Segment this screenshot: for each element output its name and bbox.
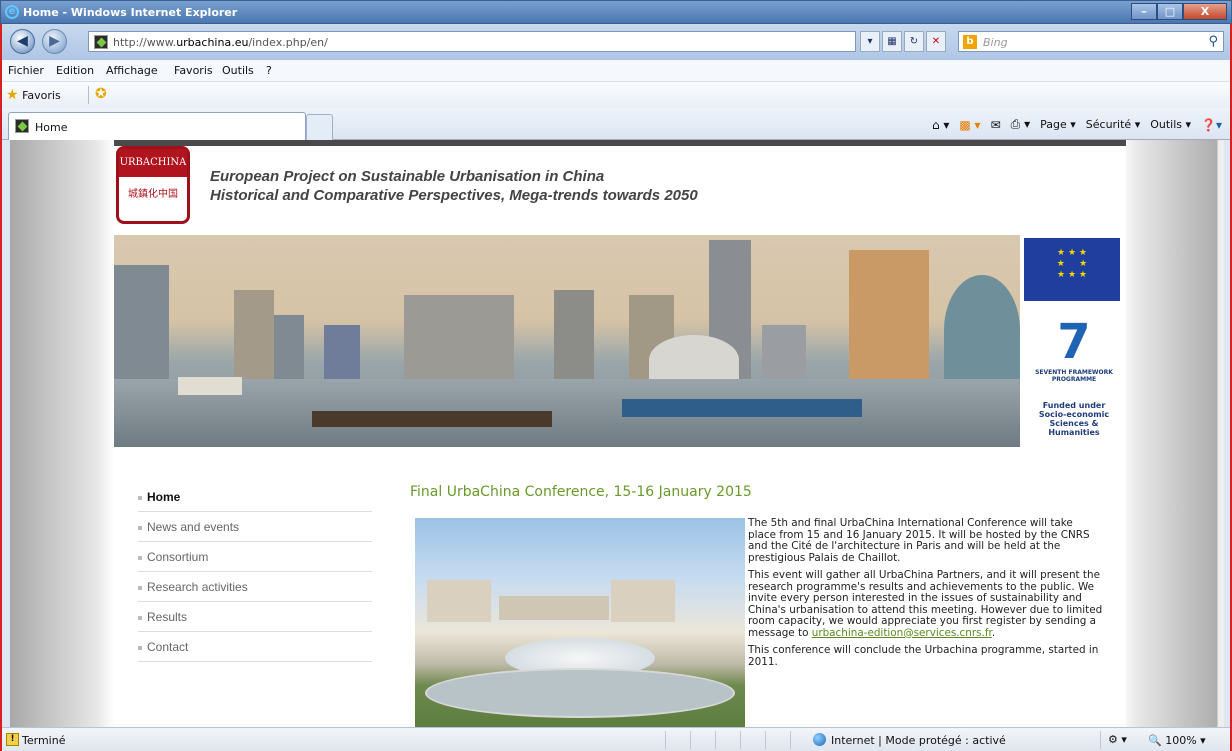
ie-logo-icon: e (5, 5, 19, 19)
home-icon[interactable]: ⌂ ▾ (932, 118, 949, 132)
minimize-button[interactable]: – (1131, 3, 1157, 20)
warning-icon[interactable]: ! (6, 733, 19, 746)
favorites-bar: ★ Favoris ✪ (0, 82, 1232, 108)
window-controls: – □ X (1131, 3, 1227, 20)
window-title: Home - Windows Internet Explorer (23, 6, 238, 19)
eu-stars-icon: ★ ★ ★ ★ ★ ★ ★ ★ (1056, 248, 1088, 280)
page-menu[interactable]: Page ▾ (1040, 118, 1076, 131)
search-placeholder: Bing (983, 36, 1008, 49)
print-icon[interactable]: ⎙ ▾ (1011, 117, 1030, 132)
address-row: ◀ ▶ http://www.urbachina.eu/index.php/en… (0, 24, 1232, 60)
address-tools: ▾ ▦ ↻ ✕ (860, 31, 946, 52)
status-bar: ! Terminé Internet | Mode protégé : acti… (0, 727, 1232, 751)
page-viewport: URBACHINA 城鎮化中国 European Project on Sust… (10, 140, 1224, 727)
site-tagline-1: European Project on Sustainable Urbanisa… (210, 168, 605, 185)
fp7-label-1: SEVENTH FRAMEWORK (1035, 369, 1113, 376)
article-body: The 5th and final UrbaChina Internationa… (748, 517, 1104, 674)
menu-affichage[interactable]: Affichage (106, 64, 158, 77)
tab-favicon-icon (15, 119, 29, 133)
separator (88, 86, 89, 104)
mail-icon[interactable]: ✉ (991, 118, 1001, 132)
web-page: URBACHINA 城鎮化中国 European Project on Sust… (114, 140, 1126, 727)
tools-menu[interactable]: Outils ▾ (1150, 118, 1191, 131)
vertical-scrollbar[interactable] (1217, 140, 1224, 727)
sidebar-nav: Home News and events Consortium Research… (138, 482, 372, 662)
article-title: Final UrbaChina Conference, 15-16 Januar… (410, 484, 752, 500)
email-link[interactable]: urbachina-edition@services.cnrs.fr (812, 627, 992, 639)
article-paragraph-2: This event will gather all UrbaChina Par… (748, 569, 1103, 639)
menu-fichier[interactable]: Fichier (8, 64, 44, 77)
site-favicon-icon (94, 35, 108, 49)
fp7-logo: 7 SEVENTH FRAMEWORK PROGRAMME Funded und… (1024, 315, 1124, 445)
window-titlebar: e Home - Windows Internet Explorer – □ X (0, 0, 1232, 24)
article-photo (415, 518, 745, 727)
fp7-funded-1: Funded under (1042, 401, 1106, 410)
status-text: Terminé (22, 734, 66, 747)
back-button[interactable]: ◀ (10, 29, 35, 54)
logo-chinese: 城鎮化中国 (128, 189, 178, 200)
tab-label: Home (35, 121, 68, 134)
fp7-seven-icon: 7 (1057, 314, 1091, 370)
maximize-button[interactable]: □ (1157, 3, 1183, 20)
river-water (114, 379, 1020, 447)
star-icon: ★ (6, 87, 19, 103)
header-banner-image (114, 235, 1020, 447)
menu-bar: Fichier Edition Affichage Favoris Outils… (0, 60, 1232, 82)
tab-home[interactable]: Home (8, 112, 306, 140)
compat-view-icon[interactable]: ▦ (882, 31, 902, 52)
address-url: http://www.urbachina.eu/index.php/en/ (113, 36, 328, 49)
nav-item-results[interactable]: Results (138, 602, 372, 632)
fp7-funded-2: Socio-economic (1038, 410, 1110, 419)
command-bar: ⌂ ▾ ▩ ▾ ✉ ⎙ ▾ Page ▾ Sécurité ▾ Outils ▾… (932, 117, 1222, 132)
eu-flag-logo: ★ ★ ★ ★ ★ ★ ★ ★ (1024, 238, 1120, 301)
bing-icon: b (963, 35, 977, 49)
article-paragraph-3: This conference will conclude the Urbach… (748, 644, 1099, 668)
rss-icon[interactable]: ▩ ▾ (959, 118, 980, 132)
tab-row: Home ⌂ ▾ ▩ ▾ ✉ ⎙ ▾ Page ▾ Sécurité ▾ Out… (0, 108, 1232, 140)
forward-button[interactable]: ▶ (42, 29, 67, 54)
menu-help[interactable]: ? (266, 64, 272, 77)
site-tagline-2: Historical and Comparative Perspectives,… (210, 187, 698, 204)
top-strip (114, 140, 1126, 146)
search-box[interactable]: b Bing ⚲ (958, 31, 1224, 52)
refresh-icon[interactable]: ↻ (904, 31, 924, 52)
menu-favoris[interactable]: Favoris (174, 64, 213, 77)
add-favorite-icon[interactable]: ✪ (95, 86, 107, 102)
new-tab-button[interactable] (306, 114, 333, 140)
nav-item-home[interactable]: Home (138, 482, 372, 512)
urbachina-logo[interactable]: URBACHINA 城鎮化中国 (116, 146, 190, 224)
nav-item-research[interactable]: Research activities (138, 572, 372, 602)
logo-text: URBACHINA (119, 149, 187, 177)
search-icon[interactable]: ⚲ (1208, 34, 1218, 49)
menu-edition[interactable]: Edition (56, 64, 94, 77)
menu-outils[interactable]: Outils (222, 64, 254, 77)
nav-item-news[interactable]: News and events (138, 512, 372, 542)
help-icon[interactable]: ❓▾ (1201, 118, 1222, 132)
nav-item-contact[interactable]: Contact (138, 632, 372, 662)
address-bar[interactable]: http://www.urbachina.eu/index.php/en/ (88, 31, 856, 52)
stop-icon[interactable]: ✕ (926, 31, 946, 52)
article-paragraph-1: The 5th and final UrbaChina Internationa… (748, 517, 1090, 564)
security-menu[interactable]: Sécurité ▾ (1086, 118, 1140, 131)
security-zone[interactable]: Internet | Mode protégé : activé (813, 734, 1006, 747)
favorites-button[interactable]: ★ Favoris (6, 87, 61, 103)
fp7-funded-3: Sciences & Humanities (1048, 419, 1100, 437)
nav-item-consortium[interactable]: Consortium (138, 542, 372, 572)
fp7-label-2: PROGRAMME (1051, 376, 1097, 383)
protected-mode-icon[interactable]: ⚙ ▾ (1108, 733, 1127, 746)
dropdown-icon[interactable]: ▾ (860, 31, 880, 52)
zoom-level[interactable]: 🔍 100% ▾ (1148, 734, 1206, 747)
close-button[interactable]: X (1183, 3, 1227, 20)
